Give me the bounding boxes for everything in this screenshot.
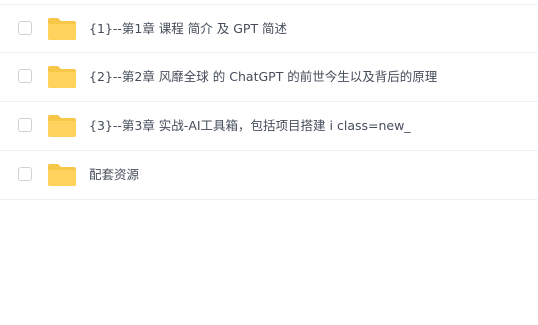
row-checkbox[interactable] xyxy=(18,167,32,181)
folder-icon[interactable] xyxy=(47,163,77,187)
row-checkbox[interactable] xyxy=(18,69,32,83)
file-row-2[interactable]: {2}--第2章 风靡全球 的 ChatGPT 的前世今生以及背后的原理 xyxy=(0,53,538,102)
file-row-3[interactable]: {3}--第3章 实战-AI工具箱，包括项目搭建 i class=new_ xyxy=(0,102,538,151)
file-row-1[interactable]: {1}--第1章 课程 简介 及 GPT 简述 xyxy=(0,4,538,53)
file-name[interactable]: {3}--第3章 实战-AI工具箱，包括项目搭建 i class=new_ xyxy=(89,117,411,135)
file-name[interactable]: 配套资源 xyxy=(89,166,139,184)
file-name[interactable]: {2}--第2章 风靡全球 的 ChatGPT 的前世今生以及背后的原理 xyxy=(89,68,437,86)
folder-icon[interactable] xyxy=(47,114,77,138)
row-checkbox[interactable] xyxy=(18,118,32,132)
file-row-4[interactable]: 配套资源 xyxy=(0,151,538,200)
folder-icon[interactable] xyxy=(47,65,77,89)
folder-icon[interactable] xyxy=(47,17,77,41)
file-list: {1}--第1章 课程 简介 及 GPT 简述 {2}--第2章 风靡全球 的 … xyxy=(0,4,538,200)
row-checkbox[interactable] xyxy=(18,21,32,35)
file-name[interactable]: {1}--第1章 课程 简介 及 GPT 简述 xyxy=(89,20,287,38)
